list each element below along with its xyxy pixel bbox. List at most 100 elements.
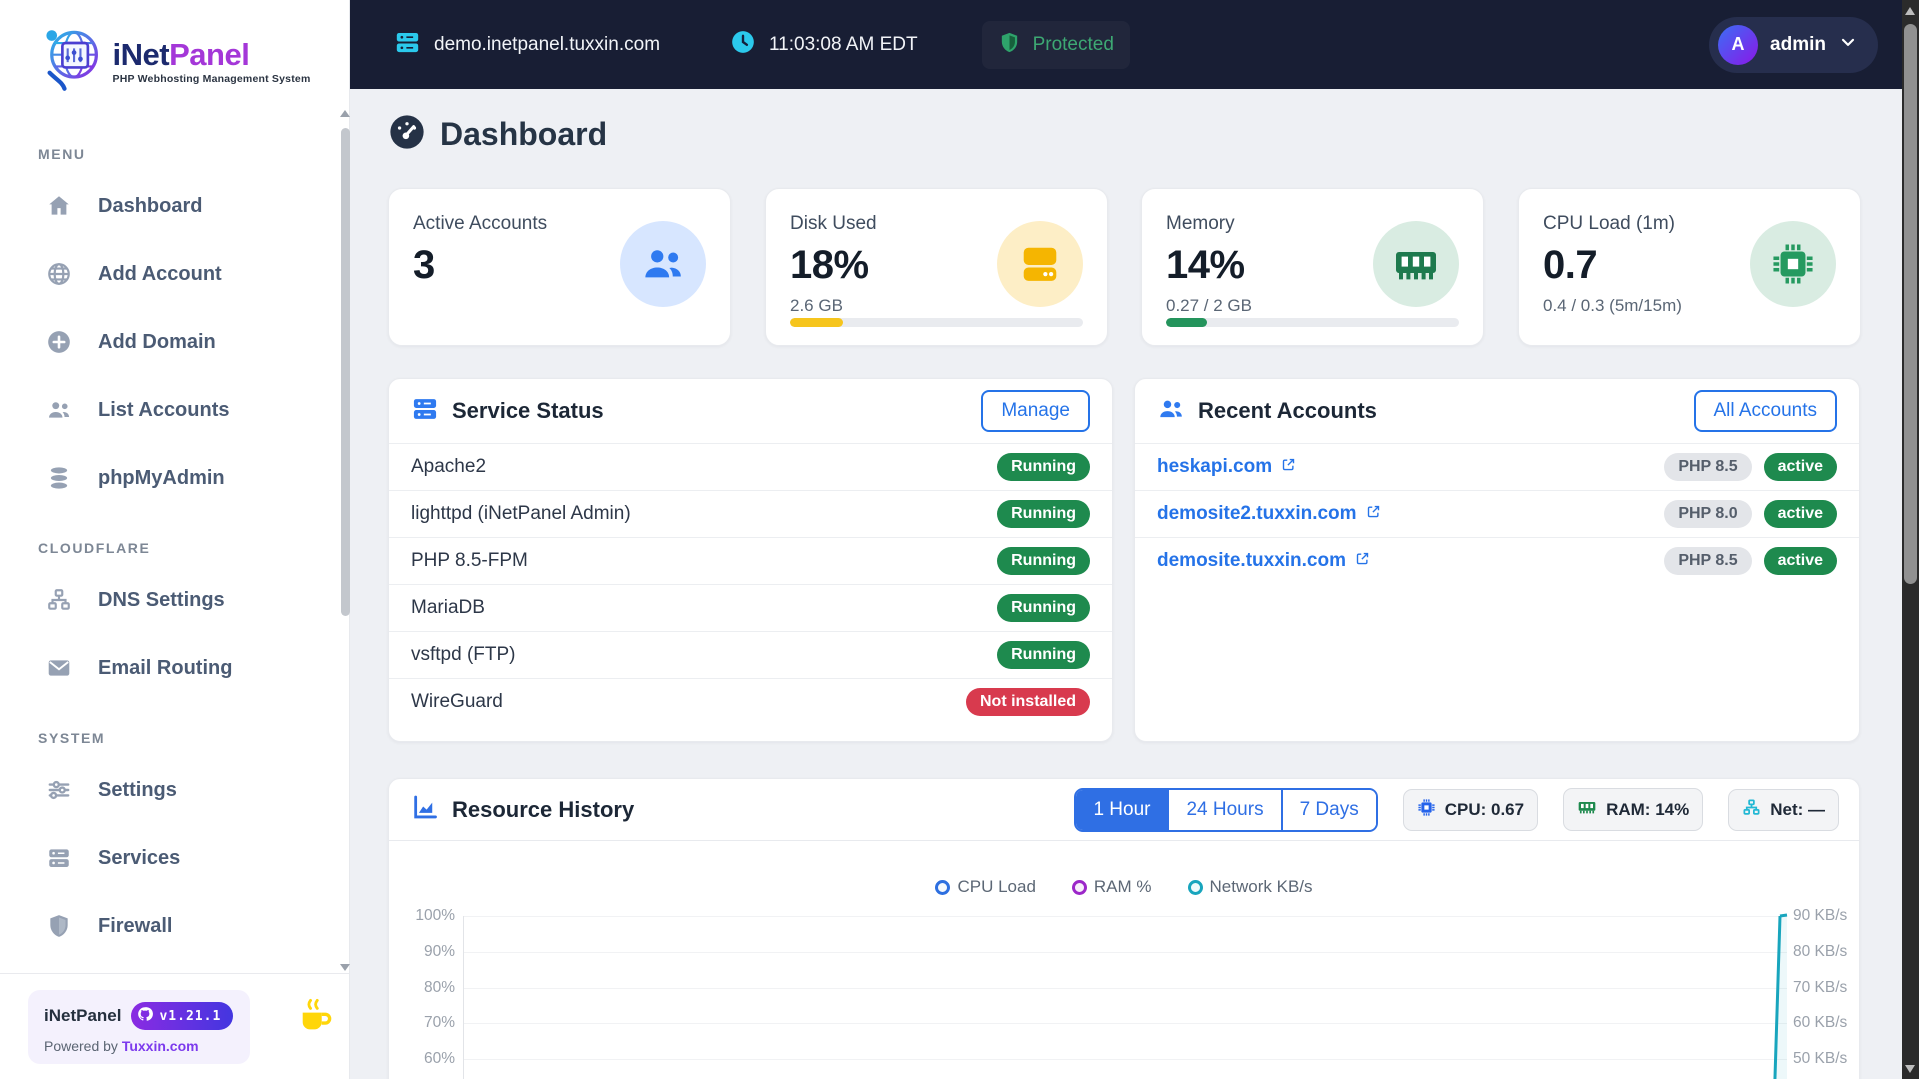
service-row: WireGuard Not installed bbox=[389, 678, 1112, 725]
memory-progress-fill bbox=[1166, 318, 1208, 327]
clock-group: 11:03:08 AM EDT bbox=[730, 29, 918, 60]
all-accounts-button[interactable]: All Accounts bbox=[1693, 390, 1837, 432]
coffee-mug-icon[interactable] bbox=[296, 998, 334, 1039]
memory-progress-track bbox=[1166, 318, 1459, 327]
legend-ram[interactable]: RAM % bbox=[1071, 877, 1152, 897]
page-scrollbar[interactable] bbox=[1902, 0, 1919, 1079]
status-badge: Running bbox=[997, 453, 1090, 481]
service-row: MariaDB Running bbox=[389, 584, 1112, 631]
app-subtitle: PHP Webhosting Management System bbox=[112, 73, 311, 86]
range-button-1-hour[interactable]: 1 Hour bbox=[1076, 789, 1170, 830]
account-domain-link[interactable]: demosite2.tuxxin.com bbox=[1157, 503, 1381, 525]
version-badge[interactable]: v1.21.1 bbox=[131, 1002, 234, 1030]
users-icon bbox=[620, 221, 706, 307]
resource-history-panel: Resource History 1 Hour 24 Hours 7 Days … bbox=[388, 778, 1860, 1079]
sidebar-item-settings[interactable]: Settings bbox=[0, 756, 349, 824]
inetpanel-logo-icon bbox=[39, 26, 107, 99]
page-scrollbar-thumb[interactable] bbox=[1904, 24, 1917, 584]
time-range-group: 1 Hour 24 Hours 7 Days bbox=[1074, 787, 1378, 832]
external-link-icon[interactable] bbox=[1281, 456, 1296, 478]
sidebar-scroll-down-icon[interactable] bbox=[340, 964, 350, 971]
sidebar-item-add-account[interactable]: Add Account bbox=[0, 240, 349, 308]
account-row: heskapi.com PHP 8.5 active bbox=[1135, 443, 1859, 490]
cpu-icon bbox=[1750, 221, 1836, 307]
php-version-badge: PHP 8.0 bbox=[1664, 500, 1752, 528]
clock-icon bbox=[730, 29, 756, 60]
range-button-7-days[interactable]: 7 Days bbox=[1282, 789, 1376, 830]
sidebar-item-list-accounts[interactable]: List Accounts bbox=[0, 376, 349, 444]
range-button-24-hours[interactable]: 24 Hours bbox=[1169, 789, 1283, 830]
ram-legend-marker-icon bbox=[1071, 879, 1087, 895]
recent-accounts-panel: Recent Accounts All Accounts heskapi.com… bbox=[1134, 378, 1860, 742]
server-time: 11:03:08 AM EDT bbox=[769, 33, 918, 55]
inetpanel-logo[interactable]: iNetPanel PHP Webhosting Management Syst… bbox=[0, 0, 349, 118]
account-domain-link[interactable]: demosite.tuxxin.com bbox=[1157, 550, 1370, 572]
scroll-down-icon[interactable] bbox=[1905, 1065, 1915, 1073]
ram-icon bbox=[1577, 797, 1597, 822]
app-title: iNetPanel bbox=[112, 37, 250, 73]
service-row: Apache2 Running bbox=[389, 443, 1112, 490]
gridline bbox=[463, 1059, 1787, 1060]
disk-progress-fill bbox=[790, 318, 843, 327]
gridline bbox=[463, 916, 1787, 917]
panel-title: Recent Accounts bbox=[1198, 398, 1377, 423]
y-axis-left-tick: 60% bbox=[423, 1050, 455, 1067]
sidebar-item-add-domain[interactable]: Add Domain bbox=[0, 308, 349, 376]
username: admin bbox=[1770, 33, 1826, 55]
service-status-panel: Service Status Manage Apache2 Running lig… bbox=[388, 378, 1113, 742]
account-row: demosite2.tuxxin.com PHP 8.0 active bbox=[1135, 490, 1859, 537]
status-badge: Not installed bbox=[965, 688, 1090, 716]
version-card: iNetPanel v1.21.1 Powered by Tuxxin.com bbox=[28, 990, 250, 1064]
network-stat-badge: Net: — bbox=[1728, 788, 1839, 831]
sidebar-scrollbar[interactable] bbox=[340, 96, 351, 980]
envelope-icon bbox=[46, 655, 72, 681]
legend-cpu-load[interactable]: CPU Load bbox=[935, 877, 1036, 897]
tuxxin-link[interactable]: Tuxxin.com bbox=[122, 1038, 199, 1054]
avatar: A bbox=[1718, 24, 1759, 65]
external-link-icon[interactable] bbox=[1355, 550, 1370, 572]
external-link-icon[interactable] bbox=[1366, 503, 1381, 525]
legend-network[interactable]: Network KB/s bbox=[1187, 877, 1313, 897]
chevron-down-icon bbox=[1838, 32, 1858, 57]
ram-icon bbox=[1373, 221, 1459, 307]
sidebar-item-dashboard[interactable]: Dashboard bbox=[0, 172, 349, 240]
sidebar-item-firewall[interactable]: Firewall bbox=[0, 892, 349, 960]
area-chart-icon bbox=[411, 793, 439, 826]
sidebar-scroll-up-icon[interactable] bbox=[340, 110, 350, 117]
manage-services-button[interactable]: Manage bbox=[981, 390, 1090, 432]
sitemap-icon bbox=[46, 587, 72, 613]
panel-title: Service Status bbox=[452, 398, 604, 423]
y-axis-left-tick: 80% bbox=[423, 979, 455, 996]
status-badge: active bbox=[1763, 500, 1837, 528]
gridline bbox=[463, 952, 1787, 953]
main-content: Dashboard Active Accounts 3 Disk Used 18… bbox=[350, 89, 1902, 1079]
service-row: vsftpd (FTP) Running bbox=[389, 631, 1112, 678]
y-axis-right-tick: 80 KB/s bbox=[1793, 943, 1848, 960]
shield-icon bbox=[46, 913, 72, 939]
sidebar-item-email-routing[interactable]: Email Routing bbox=[0, 634, 349, 702]
cpu-legend-marker-icon bbox=[935, 879, 951, 895]
powered-by: Powered by Tuxxin.com bbox=[44, 1038, 199, 1054]
stat-card-disk-used: Disk Used 18% 2.6 GB bbox=[765, 188, 1108, 346]
network-legend-marker-icon bbox=[1187, 879, 1203, 895]
php-version-badge: PHP 8.5 bbox=[1664, 547, 1752, 575]
account-domain-link[interactable]: heskapi.com bbox=[1157, 456, 1296, 478]
sidebar-item-dns-settings[interactable]: DNS Settings bbox=[0, 566, 349, 634]
sidebar-scrollbar-thumb[interactable] bbox=[341, 128, 350, 616]
y-axis-left-tick: 100% bbox=[415, 907, 455, 924]
y-axis-right-tick: 70 KB/s bbox=[1793, 979, 1848, 996]
account-row: demosite.tuxxin.com PHP 8.5 active bbox=[1135, 537, 1859, 584]
users-icon bbox=[46, 397, 72, 423]
github-icon bbox=[137, 1006, 154, 1026]
gridline bbox=[463, 988, 1787, 989]
service-row: PHP 8.5-FPM Running bbox=[389, 537, 1112, 584]
sidebar-item-phpmyadmin[interactable]: phpMyAdmin bbox=[0, 444, 349, 512]
chart-legend: CPU Load RAM % Network KB/s bbox=[389, 877, 1859, 897]
server-icon bbox=[46, 845, 72, 871]
y-axis-right-tick: 60 KB/s bbox=[1793, 1014, 1848, 1031]
y-axis-left-tick: 70% bbox=[423, 1014, 455, 1031]
scroll-up-icon[interactable] bbox=[1905, 7, 1915, 15]
sidebar-item-services[interactable]: Services bbox=[0, 824, 349, 892]
hostname-group: demo.inetpanel.tuxxin.com bbox=[394, 29, 660, 61]
user-menu-button[interactable]: A admin bbox=[1709, 16, 1878, 73]
